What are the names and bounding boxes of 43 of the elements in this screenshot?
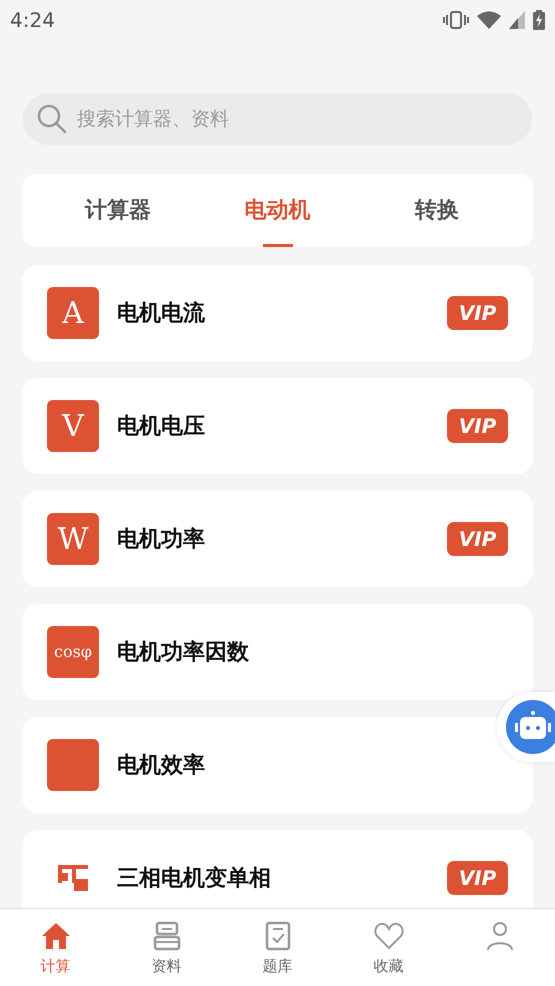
item-title: 电机电流 [117,300,206,328]
document-icon [152,921,182,951]
nav-tab[interactable]: 收藏 [333,909,444,986]
home-icon [40,921,70,951]
item-title: 电机功率 [117,526,206,554]
tab[interactable]: 电动机 [198,174,358,247]
symbol-icon: cosφ [47,626,99,678]
symbol-icon: A [47,287,99,339]
status-time: 4:24 [10,7,55,34]
tab[interactable]: 转换 [357,174,518,247]
person-icon [484,921,514,951]
robot-icon [505,699,555,755]
nav-tab[interactable]: 题库 [222,909,333,986]
tab[interactable]: 计算器 [38,174,198,247]
item-title: 电机电压 [117,412,206,440]
vip-badge: VIP [447,861,508,895]
symbol-icon: W [47,513,99,565]
vip-badge: VIP [447,522,508,556]
item-title: 电机功率因数 [117,638,250,666]
vibrate-icon [443,10,469,30]
search-icon [37,104,67,134]
calculator-item[interactable]: cosφ 电机功率因数 [22,604,533,700]
nav-tab[interactable]: 计算 [0,909,111,986]
square-icon [47,739,99,791]
signal-icon [509,11,525,29]
vip-badge: VIP [447,296,508,330]
symbol-icon: V [47,400,99,452]
calculator-item[interactable]: 电机效率 [22,717,533,813]
heart-icon [374,921,404,951]
item-title: 电机效率 [117,752,206,780]
robot-assistant-button[interactable] [497,692,555,762]
search-bar[interactable]: 搜索计算器、资料 [23,93,532,145]
search-input[interactable]: 搜索计算器、资料 [75,104,518,134]
calculator-item[interactable]: 三相电机变单相 VIP [22,830,533,908]
circuit-icon [58,865,88,891]
nav-tab[interactable]: 资料 [111,909,222,986]
calculator-item[interactable]: W 电机功率 VIP [22,491,533,587]
calculator-item[interactable]: V 电机电压 VIP [22,378,533,474]
calculator-item[interactable]: A 电机电流 VIP [22,265,533,361]
vip-badge: VIP [447,409,508,443]
wifi-icon [477,11,501,29]
item-title: 三相电机变单相 [117,864,272,892]
battery-icon [533,10,545,30]
